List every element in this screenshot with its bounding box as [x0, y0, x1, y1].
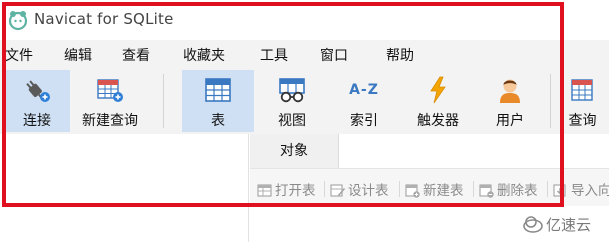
query-table-icon	[570, 79, 593, 101]
object-toolbar-separator	[399, 181, 400, 197]
index-az-icon: A-Z	[349, 82, 379, 98]
import-wizard-button[interactable]: 导入向	[553, 179, 609, 199]
connect-button[interactable]: 连接	[4, 70, 70, 132]
design-table-label: 设计表	[348, 183, 389, 199]
menu-window[interactable]: 窗口	[320, 45, 348, 65]
table-grid-icon	[205, 78, 231, 102]
menu-file[interactable]: 文件	[5, 45, 33, 65]
delete-table-icon	[479, 184, 494, 198]
open-table-label: 打开表	[275, 183, 316, 199]
tab-strip: 对象	[250, 134, 609, 168]
object-toolbar-separator	[324, 181, 325, 197]
connection-tree-pane[interactable]	[0, 134, 249, 242]
view-button[interactable]: 视图	[258, 70, 326, 132]
toolbar-separator	[550, 74, 551, 128]
user-label: 用户	[496, 113, 524, 129]
menu-help[interactable]: 帮助	[386, 45, 414, 65]
menu-favorites[interactable]: 收藏夹	[183, 45, 225, 65]
index-button[interactable]: A-Z 索引	[330, 70, 398, 132]
view-glasses-icon	[279, 78, 305, 103]
table-label: 表	[211, 113, 225, 129]
main-toolbar: 连接 新建查询 表 视图 A-Z 索引 触发器 用户 查询	[0, 68, 609, 134]
toolbar-separator	[163, 74, 164, 128]
view-label: 视图	[278, 113, 306, 129]
trigger-label: 触发器	[417, 113, 459, 129]
menu-bar: 文件 编辑 查看 收藏夹 工具 窗口 帮助	[0, 40, 609, 68]
object-toolbar-separator	[547, 181, 548, 197]
table-button[interactable]: 表	[182, 70, 254, 132]
user-person-icon	[500, 79, 520, 103]
new-query-label: 新建查询	[82, 113, 138, 129]
import-icon	[553, 184, 566, 197]
window-title: Navicat for SQLite	[34, 10, 174, 28]
new-query-icon	[97, 79, 123, 102]
new-table-button[interactable]: 新建表	[405, 179, 464, 199]
new-table-icon	[405, 184, 420, 198]
new-table-label: 新建表	[423, 183, 464, 199]
tab-objects-label: 对象	[280, 143, 308, 159]
tab-objects[interactable]: 对象	[250, 134, 338, 168]
delete-table-label: 删除表	[497, 183, 538, 199]
yisu-cloud-logo-icon	[523, 216, 543, 233]
connect-plug-icon	[26, 80, 50, 102]
title-bar: Navicat for SQLite	[0, 0, 609, 40]
menu-view[interactable]: 查看	[122, 45, 150, 65]
new-query-button[interactable]: 新建查询	[74, 70, 146, 132]
navicat-logo-icon	[8, 11, 28, 31]
design-table-button[interactable]: 设计表	[330, 179, 389, 199]
open-table-icon	[257, 184, 272, 197]
trigger-button[interactable]: 触发器	[402, 70, 474, 132]
query-label: 查询	[568, 113, 597, 129]
menu-tools[interactable]: 工具	[260, 45, 288, 65]
open-table-button[interactable]: 打开表	[257, 179, 316, 199]
watermark-text: 亿速云	[546, 216, 592, 234]
trigger-lightning-icon	[430, 76, 446, 104]
query-button[interactable]: 查询	[556, 70, 609, 132]
delete-table-button[interactable]: 删除表	[479, 179, 538, 199]
connect-label: 连接	[23, 113, 51, 129]
watermark: 亿速云	[522, 211, 608, 237]
object-toolbar: 打开表 设计表 新建表 删除表 导入向	[250, 168, 609, 206]
menu-edit[interactable]: 编辑	[64, 45, 92, 65]
index-label: 索引	[350, 113, 378, 129]
user-button[interactable]: 用户	[478, 70, 542, 132]
design-table-icon	[330, 184, 345, 197]
object-toolbar-separator	[473, 181, 474, 197]
import-label: 导入向	[571, 183, 609, 199]
tab-strip-empty-area	[338, 134, 609, 168]
